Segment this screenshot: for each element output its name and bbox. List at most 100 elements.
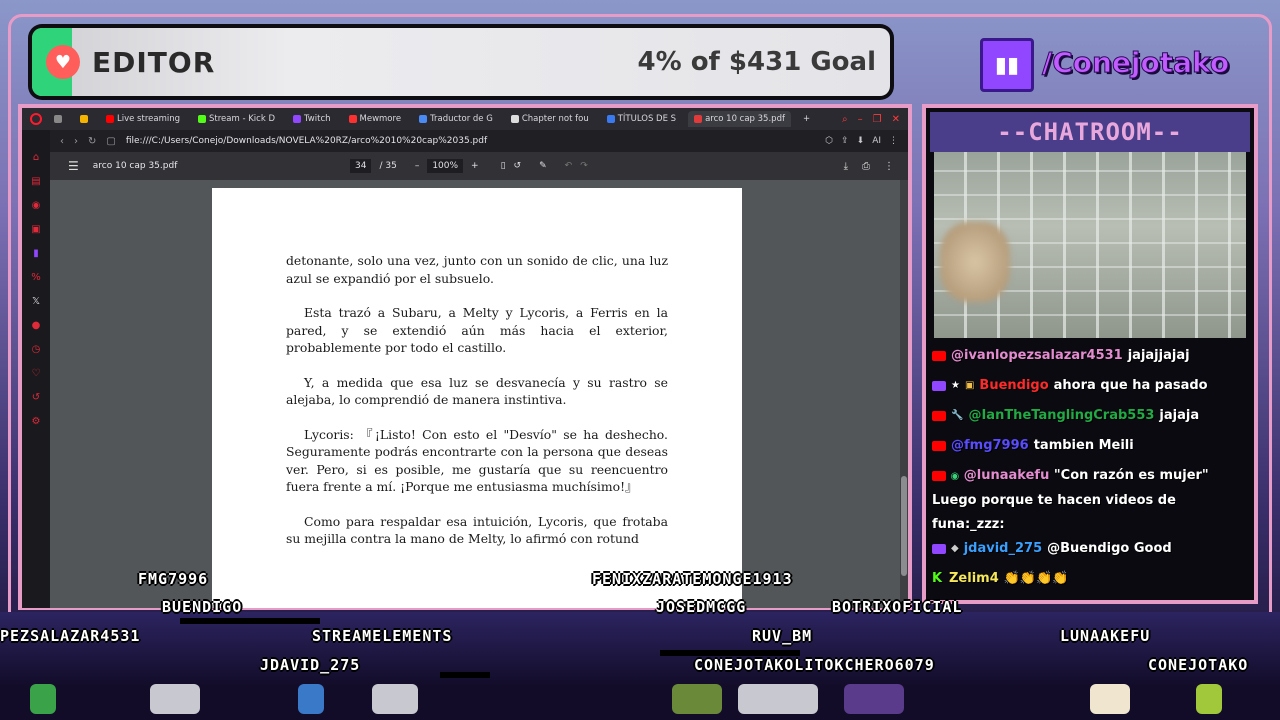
music-icon[interactable]: ● [30,320,42,332]
scrollbar[interactable] [900,180,908,608]
twitch-icon [932,544,946,554]
print-icon[interactable]: ⎙ [862,161,870,172]
tab-label: Traductor de G [430,114,493,124]
rotate-icon[interactable]: ↺ [514,161,522,171]
tab-mewmore[interactable]: Mewmore [343,111,408,127]
chat-username: @IanTheTanglingCrab553 [968,408,1155,423]
chat-text: jajajjajaj [1127,348,1190,363]
viewer-name: JOSEDMCGG [656,598,747,616]
x-icon[interactable]: 𝕏 [30,296,42,308]
share-icon[interactable]: ⇪ [841,136,849,146]
download-icon[interactable]: ⬇ [857,136,865,146]
redo-icon[interactable]: ↷ [580,161,588,171]
search-tabs-icon[interactable]: ⌕ [842,114,848,125]
undo-icon[interactable]: ↶ [565,161,573,171]
ai-button[interactable]: AI [872,136,881,146]
tab-youtube-live[interactable]: Live streaming [100,111,186,127]
tab-translate[interactable]: Traductor de G [413,111,499,127]
viewer-avatar [738,684,818,714]
zoom-level[interactable]: 100% [427,159,464,173]
goal-amount: 4% of $431 Goal [637,47,877,77]
chat-username: Buendigo [979,378,1049,393]
viewer-avatar [1090,684,1130,714]
heart-icon[interactable]: ♡ [30,368,42,380]
bits-badge-icon: ◆ [951,543,959,554]
minimize-icon[interactable]: – [858,114,863,125]
maximize-icon[interactable]: ❐ [873,114,882,125]
star-badge-icon: ★ [951,380,960,391]
tab-titulos[interactable]: TÍTULOS DE S [601,111,682,127]
twitch-icon[interactable]: ▮ [30,248,42,260]
download-icon[interactable]: ⤓ [844,161,848,172]
wrench-badge-icon: 🔧 [951,410,964,421]
chat-panel: --CHATROOM-- @ivanlopezsalazar4531 jajaj… [922,104,1258,604]
youtube-icon [932,411,946,421]
tab-label: Twitch [304,114,331,124]
page-number-input[interactable]: 34 [350,159,372,173]
reload-icon[interactable]: ↻ [88,136,96,147]
viewer-avatar [150,684,200,714]
settings-icon[interactable]: ⚙ [30,416,42,428]
viewer-name: BUENDIGO [162,598,243,616]
chat-username: @lunaakefu [963,468,1050,483]
viewer-name: STREAMELEMENTS [312,627,453,645]
menu-icon[interactable]: ☰ [68,159,79,173]
chat-text: 👏👏👏👏 [1003,571,1069,586]
back-icon[interactable]: ‹ [60,136,64,147]
tab-drive[interactable] [74,111,94,127]
new-tab-button[interactable]: + [797,111,816,127]
tab-label: Live streaming [117,114,180,124]
forward-icon[interactable]: › [74,136,78,147]
chat-username: @fmg7996 [951,438,1029,453]
tab-workspace[interactable] [48,111,68,127]
url-field[interactable]: file:///C:/Users/Conejo/Downloads/NOVELA… [126,136,487,146]
scrollbar-thumb[interactable] [901,476,907,576]
chat-text: jajaja [1159,408,1200,423]
page-icon [510,115,519,123]
more-menu-icon[interactable]: ⋮ [884,161,894,172]
home-icon[interactable]: ⌂ [30,152,42,164]
paragraph: Y, a medida que esa luz se desvanecía y … [286,374,668,408]
zoom-in-icon[interactable]: + [471,161,479,171]
zoom-out-icon[interactable]: – [415,161,420,171]
twitch-icon: ▮▮ [980,38,1034,92]
more-menu-icon[interactable]: ⋮ [889,136,898,146]
messenger-icon[interactable]: ◉ [30,200,42,212]
extensions-icon[interactable]: ⬡ [825,136,833,146]
kofi-cup-icon: ♥ [46,45,80,79]
tab-chapter[interactable]: Chapter not fou [505,111,595,127]
viewer-name: LUNAAKEFU [1060,627,1151,645]
twitch-icon [932,381,946,391]
page-info-icon[interactable]: ▢ [106,136,115,147]
tab-bar: Live streaming Stream - Kick D Twitch Me… [22,108,908,130]
viewer-name: CONEJOTAKO [1148,656,1249,674]
tab-kick[interactable]: Stream - Kick D [192,111,281,127]
close-icon[interactable]: ✕ [892,114,900,125]
draw-icon[interactable]: ✎ [539,161,547,171]
pdf-viewer[interactable]: detonante, solo una vez, junto con un so… [50,180,908,608]
page-total: / 35 [379,161,397,171]
speaker-icon [348,115,357,123]
wallet-icon[interactable]: ▣ [30,224,42,236]
tab-label: arco 10 cap 35.pdf [705,114,785,124]
chat-text: ahora que ha pasado [1053,378,1208,393]
clock-icon[interactable]: ◷ [30,344,42,356]
youtube-icon [932,441,946,451]
tab-twitch[interactable]: Twitch [287,111,337,127]
opera-menu-icon[interactable] [30,113,42,125]
paragraph: Esta trazó a Subaru, a Melty y Lycoris, … [286,305,668,355]
chat-message: @ivanlopezsalazar4531 jajajjajaj [932,344,1250,374]
percent-icon[interactable]: % [30,272,42,284]
history-icon[interactable]: ↺ [30,392,42,404]
viewer-avatar [30,684,56,714]
webcam-feed [934,152,1246,338]
bookmark-icon[interactable]: ▤ [30,176,42,188]
channel-handle: /Conejotako [1041,46,1230,80]
fit-page-icon[interactable]: ▯ [501,161,506,171]
viewer-name: PEZSALAZAR4531 [0,627,141,645]
kick-icon [198,115,206,123]
address-bar: ‹ › ↻ ▢ file:///C:/Users/Conejo/Download… [50,130,908,152]
gift-badge-icon: ▣ [964,380,975,391]
tab-pdf-active[interactable]: arco 10 cap 35.pdf [688,111,791,127]
donation-goal-bar: ♥ EDITOR 4% of $431 Goal [28,24,894,100]
